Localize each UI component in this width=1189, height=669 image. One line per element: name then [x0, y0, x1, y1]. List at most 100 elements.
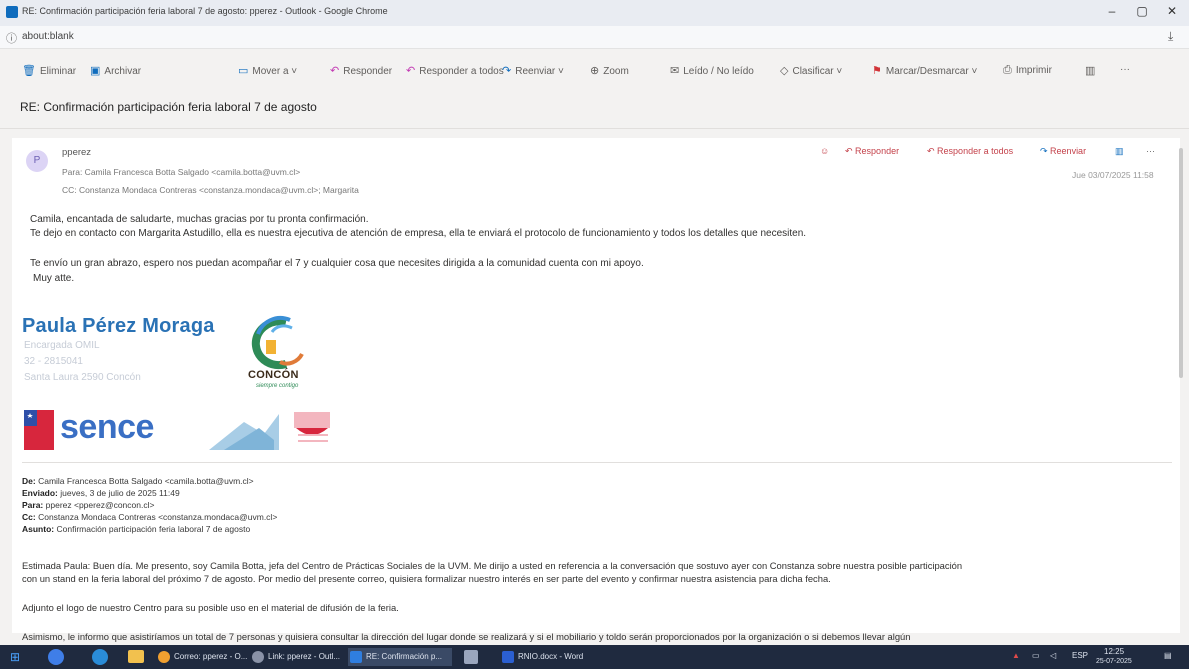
sence-logo: sence [24, 404, 342, 456]
app-icon[interactable] [464, 650, 478, 664]
quoted-to: Para: pperez <pperez@concon.cl> [22, 500, 154, 510]
envelope-open-icon: ✉ [670, 65, 680, 77]
close-button[interactable]: ✕ [1158, 4, 1186, 18]
outlook-icon [350, 651, 362, 663]
move-label: Mover a [252, 66, 289, 77]
scrollbar-thumb[interactable] [1179, 148, 1183, 378]
sender-name[interactable]: pperez [62, 147, 91, 158]
message-date: Jue 03/07/2025 11:58 [1072, 170, 1154, 180]
forward-label: Reenviar [515, 66, 556, 77]
chrome-icon [158, 651, 170, 663]
taskbar-item-chrome-mail[interactable]: Correo: pperez - O... [156, 648, 262, 666]
notifications-icon[interactable]: ▤ [1164, 651, 1172, 660]
quoted-body-line: con un stand en la feria laboral del pró… [22, 573, 831, 584]
search-icon[interactable] [48, 649, 64, 665]
zoom-button[interactable]: ⊕ Zoom [590, 64, 629, 77]
tag-icon: ◇ [780, 65, 789, 77]
to-line: Para: Camila Francesca Botta Salgado <ca… [62, 167, 301, 177]
sence-logo-text: sence [60, 408, 154, 446]
body-line: Te dejo en contacto con Margarita Astudi… [30, 228, 807, 239]
taskbar-item-word[interactable]: RNIO.docx - Word [500, 648, 598, 666]
chrome-icon [252, 651, 264, 663]
flag-label: Marcar/Desmarcar [885, 66, 969, 77]
url-field[interactable]: about:blank [22, 31, 74, 42]
taskbar-item-outlook[interactable]: RE: Confirmación p... [348, 648, 452, 666]
outlook-favicon-icon [6, 6, 18, 18]
quoted-cc-value: Constanza Mondaca Contreras <constanza.m… [38, 512, 278, 522]
message-reply-all-button[interactable]: ↶ Responder a todos [927, 146, 1013, 157]
avatar[interactable]: P [26, 150, 48, 172]
message-reply-all-label: Responder a todos [937, 146, 1014, 156]
signature-name: Paula Pérez Moraga [22, 315, 215, 337]
move-to-button[interactable]: ▭ Mover a ˅ [238, 64, 297, 77]
message-forward-button[interactable]: ↷ Reenviar [1040, 146, 1086, 157]
quoted-to-value: pperez <pperez@concon.cl> [45, 500, 155, 510]
clock-date[interactable]: 25-07-2025 [1096, 658, 1132, 665]
message-more-button[interactable]: ··· [1146, 146, 1155, 156]
quoted-cc: Cc: Constanza Mondaca Contreras <constan… [22, 512, 277, 522]
reader-icon: ▥ [1085, 65, 1096, 77]
minimize-button[interactable]: – [1098, 4, 1126, 18]
archive-icon: ▣ [90, 65, 101, 77]
concon-logo-text: CONCÓN [248, 369, 299, 381]
categorize-button[interactable]: ◇ Clasificar ˅ [780, 64, 842, 77]
print-label: Imprimir [1015, 65, 1052, 76]
reply-all-icon: ↶ [406, 65, 416, 77]
clock-time[interactable]: 12:25 [1104, 647, 1124, 656]
concon-emblem-icon [251, 315, 304, 369]
zoom-label: Zoom [603, 66, 629, 77]
tray-app-icon[interactable]: ▲ [1012, 651, 1020, 660]
archive-button[interactable]: ▣ Archivar [90, 64, 141, 77]
forward-icon: ↷ [502, 65, 512, 77]
immersive-reader-button[interactable]: ▥ [1085, 64, 1099, 77]
cc-line: CC: Constanza Mondaca Contreras <constan… [62, 185, 359, 195]
read-unread-button[interactable]: ✉ Leído / No leído [670, 64, 754, 77]
categorize-label: Clasificar [792, 66, 834, 77]
quoted-cc-label: Cc: [22, 512, 36, 522]
start-icon[interactable]: ⊞ [10, 651, 22, 663]
quoted-to-label: Para: [22, 500, 44, 510]
folder-move-icon: ▭ [238, 65, 249, 77]
download-icon[interactable]: ⤓ [1168, 29, 1173, 44]
emoji-reaction-icon[interactable]: ☺ [820, 146, 829, 156]
flag-button[interactable]: ⚑ Marcar/Desmarcar ˅ [872, 64, 977, 77]
network-icon[interactable]: ▭ [1032, 651, 1040, 660]
address-bar: ⓘ about:blank ⤓ [0, 26, 1189, 49]
info-icon[interactable]: ⓘ [6, 30, 17, 46]
signature-address: Santa Laura 2590 Concón [24, 372, 141, 383]
quoted-body-line: Adjunto el logo de nuestro Centro para s… [22, 602, 399, 613]
reply-button[interactable]: ↶ Responder [330, 64, 392, 77]
quoted-subject: Asunto: Confirmación participación feria… [22, 524, 250, 534]
quoted-divider [22, 462, 1172, 463]
message-subject: RE: Confirmación participación feria lab… [20, 100, 317, 114]
printer-icon: ⎙ [1003, 64, 1012, 76]
word-icon [502, 651, 514, 663]
print-button[interactable]: ⎙ Imprimir [1003, 64, 1052, 77]
reply-icon: ↶ [330, 65, 340, 77]
quoted-subject-label: Asunto: [22, 524, 55, 534]
taskbar-item-link[interactable]: Link: pperez - Outl... [250, 648, 360, 666]
volume-icon[interactable]: ◁ [1050, 651, 1056, 660]
message-card [12, 138, 1180, 633]
quoted-body-line: Asimismo, le informo que asistiríamos un… [22, 631, 911, 642]
quoted-sent: Enviado: jueves, 3 de julio de 2025 11:4… [22, 488, 180, 498]
message-view-icon[interactable]: ▥ [1115, 146, 1124, 157]
reply-all-button[interactable]: ↶ Responder a todos [406, 64, 504, 77]
delete-button[interactable]: 🗑 Eliminar [22, 64, 76, 77]
message-reply-button[interactable]: ↶ Responder [845, 146, 899, 157]
forward-button[interactable]: ↷ Reenviar ˅ [502, 64, 564, 77]
edge-icon[interactable] [92, 649, 108, 665]
concon-logo-tagline: siempre contigo [256, 383, 299, 389]
more-actions-button[interactable]: ··· [1120, 64, 1130, 75]
taskbar-item-label: Link: pperez - Outl... [268, 652, 341, 661]
language-indicator[interactable]: ESP [1072, 651, 1088, 660]
taskbar-item-label: RNIO.docx - Word [518, 652, 584, 661]
concon-logo: CONCÓN siempre contigo [246, 314, 308, 399]
taskbar-item-label: RE: Confirmación p... [366, 652, 443, 661]
quoted-from-label: De: [22, 476, 36, 486]
quoted-sent-value: jueves, 3 de julio de 2025 11:49 [60, 488, 180, 498]
subject-divider [0, 128, 1189, 129]
signature-role: Encargada OMIL [24, 340, 100, 351]
file-explorer-icon[interactable] [128, 650, 144, 663]
maximize-button[interactable]: ▢ [1128, 4, 1156, 18]
